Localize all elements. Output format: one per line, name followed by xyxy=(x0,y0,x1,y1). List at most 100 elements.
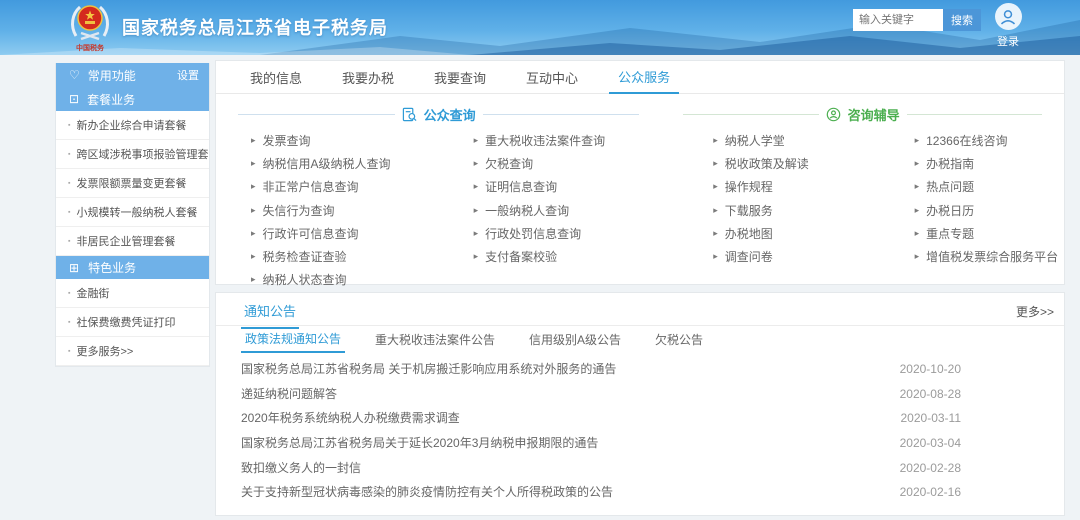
notice-list: 国家税务总局江苏省税务局 关于机房搬迁影响应用系统对外服务的通告 2020-10… xyxy=(216,353,1064,505)
arrow-icon: ▸ xyxy=(713,228,718,239)
arrow-icon: ▸ xyxy=(713,251,718,262)
link-item[interactable]: ▸支付备案校验 xyxy=(474,245,662,268)
notice-item[interactable]: 递延纳税问题解答 2020-08-28 xyxy=(216,382,1064,407)
sidebar-item-new-enterprise[interactable]: ▪ 新办企业综合申请套餐 xyxy=(56,111,209,140)
notice-item-date: 2020-02-28 xyxy=(900,456,961,481)
more-link[interactable]: 更多>> xyxy=(1016,303,1054,320)
link-item[interactable]: ▸下载服务 xyxy=(713,199,862,222)
link-item[interactable]: ▸增值税发票综合服务平台 xyxy=(915,245,1064,268)
arrow-icon: ▸ xyxy=(474,228,479,239)
arrow-icon: ▸ xyxy=(251,135,256,146)
sidebar-item-label: 金融街 xyxy=(76,285,109,301)
bullet-icon: ▪ xyxy=(68,180,70,187)
link-item[interactable]: ▸失信行为查询 xyxy=(251,199,439,222)
notice-item-date: 2020-02-16 xyxy=(900,480,961,505)
sidebar-item-financial-street[interactable]: ▪ 金融街 xyxy=(56,279,209,308)
sidebar-item-more-services[interactable]: ▪ 更多服务>> xyxy=(56,337,209,366)
notice-item[interactable]: 国家税务总局江苏省税务局 关于机房搬迁影响应用系统对外服务的通告 2020-10… xyxy=(216,357,1064,382)
bullet-icon: ▪ xyxy=(68,238,70,245)
link-item[interactable]: ▸办税地图 xyxy=(713,222,862,245)
bullet-icon: ▪ xyxy=(68,151,70,158)
link-item[interactable]: ▸纳税信用A级纳税人查询 xyxy=(251,152,439,175)
sidebar-item-special-business[interactable]: ⊞ 特色业务 xyxy=(56,256,209,279)
main-panel: 我的信息 我要办税 我要查询 互动中心 公众服务 公众查询 xyxy=(215,60,1065,285)
arrow-icon: ▸ xyxy=(915,251,920,262)
tab-query[interactable]: 我要查询 xyxy=(425,61,495,93)
notice-tab-tax-arrears[interactable]: 欠税公告 xyxy=(651,326,707,353)
section-public-query: 公众查询 ▸发票查询 ▸纳税信用A级纳税人查询 ▸非正常户信息查询 ▸失信行为查… xyxy=(216,94,661,291)
link-item[interactable]: ▸行政处罚信息查询 xyxy=(474,222,662,245)
notice-tab-policy[interactable]: 政策法规通知公告 xyxy=(241,326,345,353)
link-item[interactable]: ▸行政许可信息查询 xyxy=(251,222,439,245)
document-search-icon xyxy=(402,107,417,122)
public-query-col2: ▸重大税收违法案件查询 ▸欠税查询 ▸证明信息查询 ▸一般纳税人查询 ▸行政处罚… xyxy=(439,124,662,291)
site-title: 国家税务总局江苏省电子税务局 xyxy=(122,14,388,40)
link-item[interactable]: ▸纳税人学堂 xyxy=(713,129,862,152)
notice-item[interactable]: 关于支持新型冠状病毒感染的肺炎疫情防控有关个人所得税政策的公告 2020-02-… xyxy=(216,480,1064,505)
notice-item[interactable]: 致扣缴义务人的一封信 2020-02-28 xyxy=(216,456,1064,481)
link-item[interactable]: ▸发票查询 xyxy=(251,129,439,152)
sidebar-item-label: 小规模转一般纳税人套餐 xyxy=(76,204,197,220)
link-item[interactable]: ▸办税日历 xyxy=(915,199,1064,222)
sidebar: ♡ 常用功能 设置 ⊡ 套餐业务 ▪ 新办企业综合申请套餐 ▪ 跨区域涉税事项报… xyxy=(55,63,210,367)
notice-tab-major-violation[interactable]: 重大税收违法案件公告 xyxy=(371,326,499,353)
notice-item-date: 2020-03-11 xyxy=(901,406,962,431)
main-tabs: 我的信息 我要办税 我要查询 互动中心 公众服务 xyxy=(216,61,1064,94)
sidebar-item-cross-region[interactable]: ▪ 跨区域涉税事项报验管理套餐 xyxy=(56,140,209,169)
link-item[interactable]: ▸12366在线咨询 xyxy=(915,129,1064,152)
link-item[interactable]: ▸热点问题 xyxy=(915,175,1064,198)
notice-item[interactable]: 国家税务总局江苏省税务局关于延长2020年3月纳税申报期限的通告 2020-03… xyxy=(216,431,1064,456)
notice-tab-credit-a[interactable]: 信用级别A级公告 xyxy=(525,326,625,353)
search-input[interactable] xyxy=(853,9,943,31)
user-icon[interactable] xyxy=(995,3,1022,30)
arrow-icon: ▸ xyxy=(251,228,256,239)
link-item[interactable]: ▸非正常户信息查询 xyxy=(251,175,439,198)
login-button[interactable]: 登录 xyxy=(986,33,1030,49)
sidebar-item-social-security-print[interactable]: ▪ 社保费缴费凭证打印 xyxy=(56,308,209,337)
arrow-icon: ▸ xyxy=(915,228,920,239)
notice-title-tab[interactable]: 通知公告 xyxy=(241,301,299,329)
section-title: 公众查询 xyxy=(424,105,476,124)
sidebar-item-invoice-limit[interactable]: ▪ 发票限额票量变更套餐 xyxy=(56,169,209,198)
arrow-icon: ▸ xyxy=(713,158,718,169)
search-button[interactable]: 搜索 xyxy=(943,9,981,31)
notice-item-date: 2020-08-28 xyxy=(900,382,961,407)
sidebar-item-non-resident[interactable]: ▪ 非居民企业管理套餐 xyxy=(56,227,209,256)
arrow-icon: ▸ xyxy=(713,205,718,216)
link-item[interactable]: ▸重大税收违法案件查询 xyxy=(474,129,662,152)
settings-button[interactable]: 设置 xyxy=(177,67,199,83)
sidebar-item-common-functions[interactable]: ♡ 常用功能 设置 xyxy=(56,63,209,87)
arrow-icon: ▸ xyxy=(713,181,718,192)
arrow-icon: ▸ xyxy=(251,205,256,216)
tab-my-info[interactable]: 我的信息 xyxy=(241,61,311,93)
package-business-label: 套餐业务 xyxy=(87,91,135,108)
sidebar-item-small-scale[interactable]: ▪ 小规模转一般纳税人套餐 xyxy=(56,198,209,227)
grid-icon: ⊞ xyxy=(69,261,79,275)
link-item[interactable]: ▸税务检查证查验 xyxy=(251,245,439,268)
notice-item-title: 递延纳税问题解答 xyxy=(241,387,337,401)
page: 中国税务 国家税务总局江苏省电子税务局 搜索 登录 ♡ 常用功能 设置 xyxy=(0,0,1080,520)
sidebar-item-package-business[interactable]: ⊡ 套餐业务 xyxy=(56,87,209,111)
link-item[interactable]: ▸操作规程 xyxy=(713,175,862,198)
link-item[interactable]: ▸纳税人状态查询 xyxy=(251,268,439,291)
sidebar-item-label: 发票限额票量变更套餐 xyxy=(76,175,186,191)
svg-text:中国税务: 中国税务 xyxy=(76,43,105,52)
arrow-icon: ▸ xyxy=(474,181,479,192)
arrow-icon: ▸ xyxy=(251,181,256,192)
tab-interaction-center[interactable]: 互动中心 xyxy=(517,61,587,93)
notice-panel: 通知公告 更多>> 政策法规通知公告 重大税收违法案件公告 信用级别A级公告 欠… xyxy=(215,292,1065,516)
link-item[interactable]: ▸调查问卷 xyxy=(713,245,862,268)
link-item[interactable]: ▸办税指南 xyxy=(915,152,1064,175)
tab-public-service[interactable]: 公众服务 xyxy=(609,61,679,94)
link-item[interactable]: ▸税收政策及解读 xyxy=(713,152,862,175)
link-item[interactable]: ▸重点专题 xyxy=(915,222,1064,245)
notice-item-title: 国家税务总局江苏省税务局关于延长2020年3月纳税申报期限的通告 xyxy=(241,436,598,450)
arrow-icon: ▸ xyxy=(915,135,920,146)
notice-item[interactable]: 2020年税务系统纳税人办税缴费需求调查 2020-03-11 xyxy=(216,406,1064,431)
link-item[interactable]: ▸一般纳税人查询 xyxy=(474,199,662,222)
sidebar-header: ♡ 常用功能 设置 ⊡ 套餐业务 xyxy=(56,63,209,111)
tax-emblem-logo: 中国税务 xyxy=(68,2,112,52)
link-item[interactable]: ▸证明信息查询 xyxy=(474,175,662,198)
link-item[interactable]: ▸欠税查询 xyxy=(474,152,662,175)
tab-do-tax[interactable]: 我要办税 xyxy=(333,61,403,93)
